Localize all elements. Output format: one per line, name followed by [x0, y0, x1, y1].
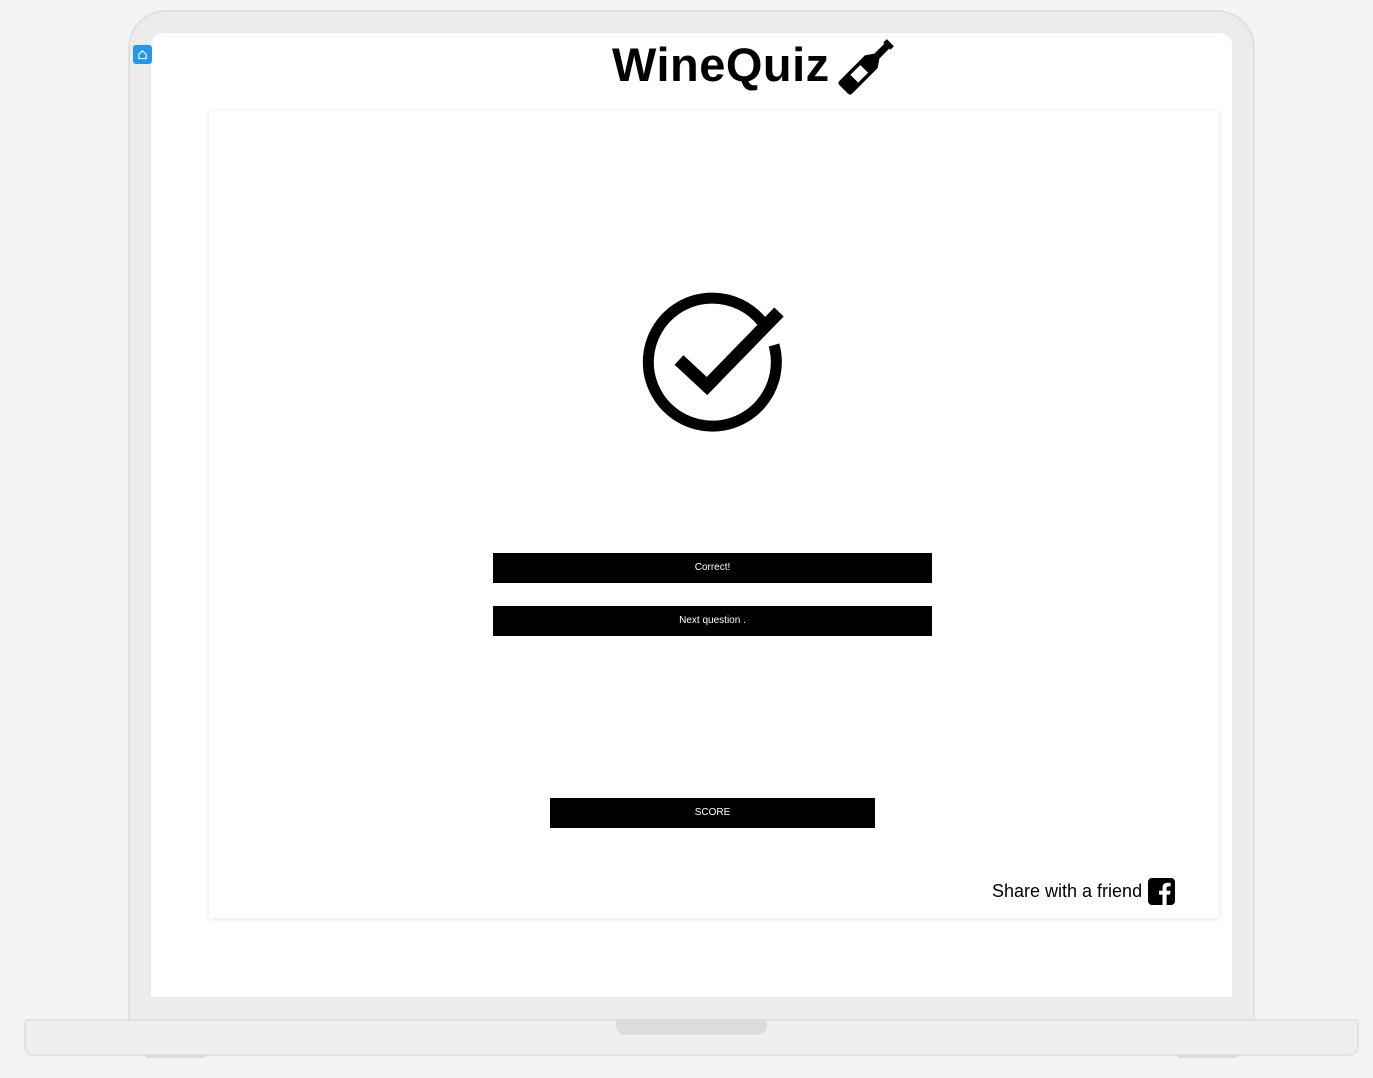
result-message: Correct! [493, 553, 932, 583]
wine-bottle-icon [838, 39, 894, 95]
laptop-foot-right [1177, 1055, 1238, 1058]
laptop-notch [616, 1019, 767, 1035]
check-circle-icon [642, 292, 784, 432]
app-title: WineQuiz [612, 38, 830, 91]
home-icon [138, 50, 147, 60]
laptop-foot-left [145, 1055, 206, 1058]
home-button[interactable] [133, 45, 152, 64]
share-link[interactable]: Share with a friend [992, 876, 1176, 906]
next-question-button[interactable]: Next question . [493, 606, 932, 636]
share-label: Share with a friend [992, 880, 1143, 901]
quiz-card [209, 111, 1219, 918]
score-button[interactable]: SCORE [550, 798, 875, 828]
facebook-icon[interactable] [1148, 877, 1176, 905]
